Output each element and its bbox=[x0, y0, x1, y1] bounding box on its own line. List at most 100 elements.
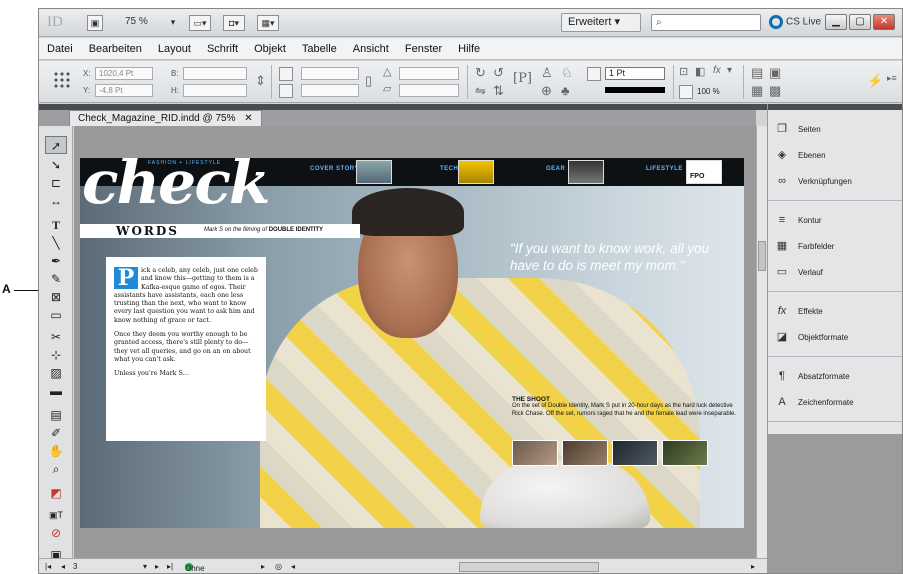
screen-mode-icon[interactable]: ◘▾ bbox=[223, 15, 245, 31]
zoom-tool-icon[interactable]: ⌕ bbox=[45, 460, 67, 478]
pen-tool-icon[interactable]: ✒ bbox=[45, 252, 67, 270]
menu-help[interactable]: Hilfe bbox=[450, 38, 488, 60]
page-tool-icon[interactable]: ⊏ bbox=[45, 174, 67, 192]
scale-percent-value[interactable]: 100 % bbox=[697, 87, 720, 96]
menu-object[interactable]: Objekt bbox=[246, 38, 294, 60]
select-next-icon[interactable]: ♣ bbox=[561, 83, 570, 98]
vertical-scrollbar[interactable] bbox=[756, 126, 767, 558]
type-tool-icon[interactable]: T bbox=[45, 216, 67, 234]
gradient-swatch-tool-icon[interactable]: ▨ bbox=[45, 364, 67, 382]
constrain-scale-icon[interactable]: ▯ bbox=[365, 73, 372, 89]
zoom-level[interactable]: 75 % bbox=[125, 16, 148, 27]
arrange-documents-icon[interactable]: ▦▾ bbox=[257, 15, 279, 31]
search-input[interactable]: ⌕ bbox=[651, 14, 761, 31]
view-options-icon[interactable]: ▭▾ bbox=[189, 15, 211, 31]
direct-selection-tool-icon[interactable]: ➘ bbox=[45, 156, 67, 174]
pencil-tool-icon[interactable]: ✎ bbox=[45, 270, 67, 288]
panel-layers[interactable]: ◈ Ebenen bbox=[768, 142, 902, 168]
preflight-menu-icon[interactable]: ▸ bbox=[261, 561, 265, 573]
bridge-icon[interactable]: ▣ bbox=[87, 15, 103, 31]
rectangle-frame-tool-icon[interactable]: ⊠ bbox=[45, 288, 67, 306]
menu-layout[interactable]: Layout bbox=[150, 38, 199, 60]
stroke-type-select[interactable] bbox=[605, 87, 665, 93]
note-tool-icon[interactable]: ▤ bbox=[45, 406, 67, 424]
panel-links[interactable]: ∞ Verknüpfungen bbox=[768, 168, 902, 194]
maximize-button[interactable]: ▢ bbox=[849, 14, 871, 30]
free-transform-tool-icon[interactable]: ⊹ bbox=[45, 346, 67, 364]
workspace-switcher[interactable]: Erweitert ▾ bbox=[561, 13, 641, 32]
first-page-icon[interactable]: |◂ bbox=[45, 561, 51, 573]
gap-tool-icon[interactable]: ↔ bbox=[45, 192, 67, 210]
formatting-affects-icon[interactable]: ▣T bbox=[45, 506, 67, 524]
rectangle-tool-icon[interactable]: ▭ bbox=[45, 306, 67, 324]
flip-horizontal-icon[interactable]: ⇋ bbox=[475, 83, 486, 99]
minimize-button[interactable]: ▁ bbox=[825, 14, 847, 30]
panel-stroke[interactable]: ≡ Kontur bbox=[768, 207, 902, 233]
constrain-proportions-icon[interactable]: ⇕ bbox=[255, 73, 266, 89]
select-previous-icon[interactable]: ⊕ bbox=[541, 83, 552, 99]
panel-paragraph-styles[interactable]: ¶ Absatzformate bbox=[768, 363, 902, 389]
panel-character-styles[interactable]: A Zeichenformate bbox=[768, 389, 902, 415]
effects-menu-icon[interactable]: ▾ bbox=[727, 65, 732, 76]
vertical-scroll-thumb[interactable] bbox=[758, 241, 766, 271]
scissors-tool-icon[interactable]: ✂ bbox=[45, 328, 67, 346]
panel-swatches[interactable]: ▦ Farbfelder bbox=[768, 233, 902, 259]
scale-x-field[interactable] bbox=[301, 67, 359, 80]
shear-field[interactable] bbox=[399, 84, 459, 97]
next-page-icon[interactable]: ▸ bbox=[155, 561, 159, 573]
rotate-cw-icon[interactable]: ↻ bbox=[475, 65, 486, 81]
menu-window[interactable]: Fenster bbox=[397, 38, 450, 60]
x-field[interactable]: 1020,4 Pt bbox=[95, 67, 153, 80]
y-field[interactable]: -4,8 Pt bbox=[95, 84, 153, 97]
content-fit-icon[interactable]: ◧ bbox=[695, 65, 705, 78]
reference-point-icon[interactable] bbox=[53, 71, 71, 89]
height-field[interactable] bbox=[183, 84, 247, 97]
panel-object-styles[interactable]: ◪ Objektformate bbox=[768, 324, 902, 350]
last-page-icon[interactable]: ▸| bbox=[167, 561, 173, 573]
panel-effects[interactable]: fx Effekte bbox=[768, 298, 902, 324]
panel-pages[interactable]: ❐ Seiten bbox=[768, 116, 902, 142]
menu-table[interactable]: Tabelle bbox=[294, 38, 345, 60]
align-icon[interactable]: ▦ bbox=[751, 83, 763, 99]
horizontal-scroll-thumb[interactable] bbox=[459, 562, 599, 572]
canvas[interactable]: COVER STORY TECH GEAR LIFESTYLE FPO FASH… bbox=[74, 126, 756, 558]
selection-tool-icon[interactable]: ➚ bbox=[45, 136, 67, 154]
panel-gradient[interactable]: ▭ Verlauf bbox=[768, 259, 902, 285]
line-tool-icon[interactable]: ╲ bbox=[45, 234, 67, 252]
apply-none-icon[interactable]: ⊘ bbox=[45, 524, 67, 542]
previous-page-icon[interactable]: ◂ bbox=[61, 561, 65, 573]
magazine-spread[interactable]: COVER STORY TECH GEAR LIFESTYLE FPO FASH… bbox=[80, 158, 744, 528]
gradient-feather-tool-icon[interactable]: ▬ bbox=[45, 382, 67, 400]
scale-y-field[interactable] bbox=[301, 84, 359, 97]
eyedropper-tool-icon[interactable]: ✐ bbox=[45, 424, 67, 442]
text-wrap-icon[interactable]: ▤ bbox=[751, 65, 763, 81]
scroll-left-icon[interactable]: ◂ bbox=[291, 561, 295, 573]
cs-live-button[interactable]: CS Live bbox=[769, 15, 821, 29]
effects-fx-icon[interactable]: fx bbox=[713, 65, 721, 76]
distribute-icon[interactable]: ▩ bbox=[769, 83, 781, 99]
article-text-frame[interactable]: P ick a celeb, any celeb, just one celeb… bbox=[106, 257, 266, 441]
menu-edit[interactable]: Bearbeiten bbox=[81, 38, 150, 60]
wrap-around-icon[interactable]: ▣ bbox=[769, 65, 781, 81]
stroke-weight-select[interactable]: 1 Pt bbox=[605, 67, 665, 80]
select-container-icon[interactable]: ♙ bbox=[541, 65, 553, 81]
page-number-field[interactable]: 3 bbox=[73, 561, 77, 573]
flip-vertical-icon[interactable]: ⇅ bbox=[493, 83, 504, 99]
rotate-ccw-icon[interactable]: ↺ bbox=[493, 65, 504, 81]
fill-stroke-icon[interactable]: ◩ bbox=[45, 484, 67, 502]
panel-menu-icon[interactable]: ▸≡ bbox=[887, 73, 897, 84]
page-menu-icon[interactable]: ▾ bbox=[143, 561, 147, 573]
scroll-right-icon[interactable]: ▸ bbox=[751, 561, 755, 573]
rotation-field[interactable] bbox=[399, 67, 459, 80]
zoom-dropdown-icon[interactable]: ▾ bbox=[169, 15, 177, 31]
fitting-icon[interactable]: ⊡ bbox=[679, 65, 688, 78]
menu-type[interactable]: Schrift bbox=[199, 38, 246, 60]
select-content-icon[interactable]: ♘ bbox=[561, 65, 573, 81]
width-field[interactable] bbox=[183, 67, 247, 80]
menu-view[interactable]: Ansicht bbox=[345, 38, 397, 60]
close-tab-icon[interactable]: ✕ bbox=[244, 113, 252, 124]
close-button[interactable]: ✕ bbox=[873, 14, 895, 30]
fill-swatch[interactable] bbox=[587, 67, 601, 81]
document-tab[interactable]: Check_Magazine_RID.indd @ 75% ✕ bbox=[69, 110, 262, 126]
lightning-icon[interactable]: ⚡ bbox=[867, 73, 883, 89]
